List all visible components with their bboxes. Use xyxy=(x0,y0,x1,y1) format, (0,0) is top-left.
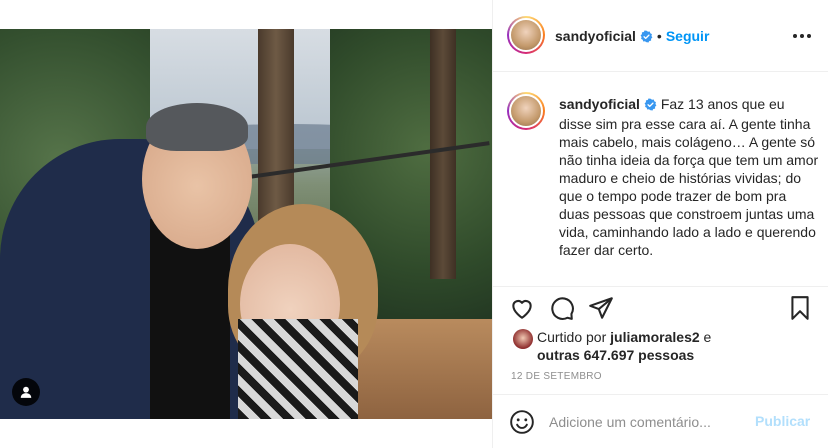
photo-trunk-right xyxy=(430,29,456,279)
liked-prefix: Curtido por xyxy=(537,329,607,345)
others-count[interactable]: outras 647.697 pessoas xyxy=(537,347,694,363)
avatar[interactable] xyxy=(513,329,533,349)
avatar[interactable] xyxy=(507,16,545,54)
post-sidebar: sandyoficial • Seguir sandyoficial Faz 13 … xyxy=(492,0,828,448)
caption-body: Faz 13 anos que eu disse sim pra esse ca… xyxy=(559,96,819,258)
avatar[interactable] xyxy=(507,92,545,130)
caption-block: sandyoficial Faz 13 anos que eu disse si… xyxy=(493,80,828,286)
smiley-icon[interactable] xyxy=(509,409,535,435)
photo-man-hair xyxy=(146,103,248,151)
user-tag-icon[interactable] xyxy=(12,378,40,406)
comment-icon[interactable] xyxy=(549,295,575,321)
likes-section: Curtido por juliamorales2 e outras 647.6… xyxy=(493,324,828,368)
post-date[interactable]: 12 DE SETEMBRO xyxy=(511,371,602,382)
post-header: sandyoficial • Seguir xyxy=(493,0,828,72)
photo-scarf xyxy=(150,219,230,419)
publish-button[interactable]: Publicar xyxy=(755,413,810,429)
paper-plane-icon[interactable] xyxy=(588,295,614,321)
liked-and: e xyxy=(703,329,712,345)
caption-text: sandyoficial Faz 13 anos que eu disse si… xyxy=(559,95,819,259)
separator-dot: • xyxy=(656,28,662,44)
verified-badge-icon xyxy=(640,30,653,46)
verified-badge-icon xyxy=(644,97,657,115)
header-username[interactable]: sandyoficial xyxy=(555,28,636,44)
liker-username[interactable]: juliamorales2 xyxy=(610,329,700,345)
photo-woman-scarf xyxy=(238,319,358,419)
heart-icon[interactable] xyxy=(509,295,535,321)
caption-username[interactable]: sandyoficial xyxy=(559,96,640,112)
follow-button[interactable]: Seguir xyxy=(666,28,710,44)
comment-input[interactable] xyxy=(549,409,749,435)
post-photo[interactable] xyxy=(0,29,492,419)
comment-box: Publicar xyxy=(493,394,828,448)
more-options-icon[interactable] xyxy=(791,26,813,46)
bookmark-icon[interactable] xyxy=(787,295,813,321)
likes-text: Curtido por juliamorales2 e outras 647.6… xyxy=(537,328,817,364)
header-user-line: sandyoficial • Seguir xyxy=(555,28,709,46)
